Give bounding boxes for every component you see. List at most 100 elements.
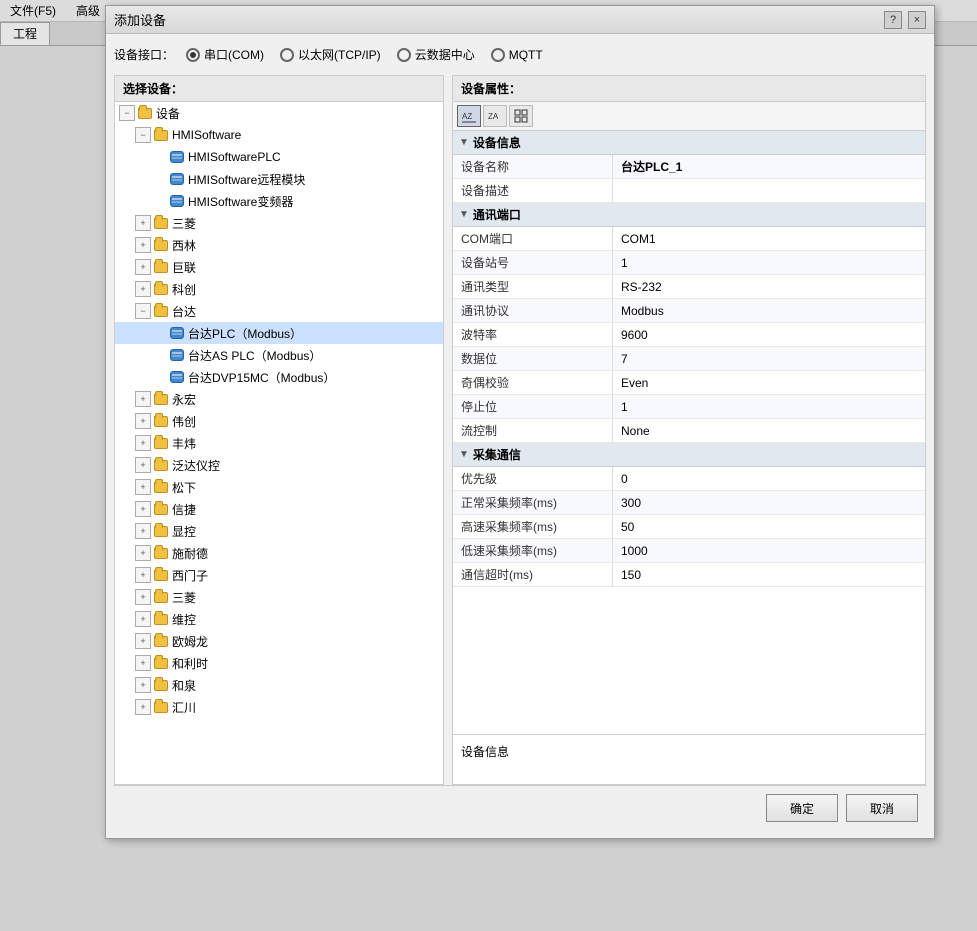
- prop-val-timeout[interactable]: 150: [613, 565, 925, 585]
- tree-item-taida[interactable]: − 台达: [115, 300, 443, 322]
- prop-val-comm-protocol[interactable]: Modbus: [613, 301, 925, 321]
- tree-expander-xilin[interactable]: +: [135, 237, 151, 253]
- tree-item-fandayikong[interactable]: + 泛达仪控: [115, 454, 443, 476]
- tree-item-sanjing[interactable]: + 三菱: [115, 212, 443, 234]
- tree-item-weikong[interactable]: + 维控: [115, 608, 443, 630]
- tree-expander-hmi[interactable]: −: [135, 127, 151, 143]
- sort-za-icon: ZA: [488, 109, 502, 123]
- tree-item-hequan[interactable]: + 和泉: [115, 674, 443, 696]
- dialog-close-button[interactable]: ×: [908, 11, 926, 29]
- tree-item-sanling[interactable]: + 三菱: [115, 586, 443, 608]
- folder-icon-weichuang: [153, 413, 169, 429]
- tree-item-helishi[interactable]: + 和利时: [115, 652, 443, 674]
- tree-item-taida-dvp[interactable]: 台达DVP15MC（Modbus）: [115, 366, 443, 388]
- section-collect-comm[interactable]: ▼ 采集通信: [453, 443, 925, 467]
- prop-val-data-bits[interactable]: 7: [613, 349, 925, 369]
- svg-text:AZ: AZ: [462, 112, 472, 121]
- prop-high-freq: 高速采集频率(ms) 50: [453, 515, 925, 539]
- prop-val-station-no[interactable]: 1: [613, 253, 925, 273]
- tree-label-oumeilong: 欧姆龙: [172, 633, 208, 650]
- tree-expander-fandayikong[interactable]: +: [135, 457, 151, 473]
- tree-item-taida-as[interactable]: 台达AS PLC（Modbus）: [115, 344, 443, 366]
- tree-item-taida-plc[interactable]: 台达PLC（Modbus）: [115, 322, 443, 344]
- tree-item-kechuang[interactable]: + 科创: [115, 278, 443, 300]
- tree-expander-oumeilong[interactable]: +: [135, 633, 151, 649]
- radio-mqtt-circle[interactable]: [491, 48, 505, 62]
- prop-timeout: 通信超时(ms) 150: [453, 563, 925, 587]
- tree-item-julian[interactable]: + 巨联: [115, 256, 443, 278]
- tree-item-fengwei[interactable]: + 丰炜: [115, 432, 443, 454]
- tree-item-weichuang[interactable]: + 伟创: [115, 410, 443, 432]
- device-tree[interactable]: − 设备 − HMISoftware: [115, 102, 443, 784]
- radio-com-circle[interactable]: [186, 48, 200, 62]
- folder-icon-songxia: [153, 479, 169, 495]
- folder-icon-hmi: [153, 127, 169, 143]
- prop-val-parity[interactable]: Even: [613, 373, 925, 393]
- tree-item-hmisoftware[interactable]: − HMISoftware: [115, 124, 443, 146]
- tree-item-root[interactable]: − 设备: [115, 102, 443, 124]
- tree-label-fandayikong: 泛达仪控: [172, 457, 220, 474]
- sort-az-button[interactable]: AZ: [457, 105, 481, 127]
- prop-val-stop-bits[interactable]: 1: [613, 397, 925, 417]
- folder-icon-huichuan: [153, 699, 169, 715]
- tree-item-xiankong[interactable]: + 显控: [115, 520, 443, 542]
- tree-item-hmiremote[interactable]: HMISoftware远程模块: [115, 168, 443, 190]
- folder-icon-xilin: [153, 237, 169, 253]
- tree-expander-huichuan[interactable]: +: [135, 699, 151, 715]
- tree-expander-ximenzi[interactable]: +: [135, 567, 151, 583]
- prop-val-device-name[interactable]: 台达PLC_1: [613, 155, 925, 178]
- tree-expander-root[interactable]: −: [119, 105, 135, 121]
- radio-mqtt[interactable]: MQTT: [491, 48, 543, 62]
- prop-val-normal-freq[interactable]: 300: [613, 493, 925, 513]
- tree-item-oumeilong[interactable]: + 欧姆龙: [115, 630, 443, 652]
- tree-item-yonghong[interactable]: + 永宏: [115, 388, 443, 410]
- tree-expander-taida[interactable]: −: [135, 303, 151, 319]
- info-text: 设备信息: [461, 745, 509, 759]
- tree-item-songxia[interactable]: + 松下: [115, 476, 443, 498]
- tree-expander-weikong[interactable]: +: [135, 611, 151, 627]
- radio-com[interactable]: 串口(COM): [186, 46, 264, 63]
- tree-expander-hequan[interactable]: +: [135, 677, 151, 693]
- prop-key-station-no: 设备站号: [453, 251, 613, 274]
- tree-expander-songxia[interactable]: +: [135, 479, 151, 495]
- tree-item-xinjie[interactable]: + 信捷: [115, 498, 443, 520]
- tree-expander-helishi[interactable]: +: [135, 655, 151, 671]
- tree-expander-sanling[interactable]: +: [135, 589, 151, 605]
- tree-expander-yonghong[interactable]: +: [135, 391, 151, 407]
- prop-val-com-port[interactable]: COM1: [613, 229, 925, 249]
- tree-item-huichuan[interactable]: + 汇川: [115, 696, 443, 718]
- prop-val-device-desc[interactable]: [613, 188, 925, 194]
- radio-cloud-circle[interactable]: [397, 48, 411, 62]
- tree-expander-julian[interactable]: +: [135, 259, 151, 275]
- tree-item-ximenzi[interactable]: + 西门子: [115, 564, 443, 586]
- section-device-info[interactable]: ▼ 设备信息: [453, 131, 925, 155]
- sort-za-button[interactable]: ZA: [483, 105, 507, 127]
- tree-item-shinaider[interactable]: + 施耐德: [115, 542, 443, 564]
- tree-expander-weichuang[interactable]: +: [135, 413, 151, 429]
- radio-tcp[interactable]: 以太网(TCP/IP): [280, 46, 381, 63]
- tree-item-hmiplc[interactable]: HMISoftwarePLC: [115, 146, 443, 168]
- tree-item-hmifreq[interactable]: HMISoftware变频器: [115, 190, 443, 212]
- section-comm-port[interactable]: ▼ 通讯端口: [453, 203, 925, 227]
- tree-expander-sanjing[interactable]: +: [135, 215, 151, 231]
- prop-val-comm-type[interactable]: RS-232: [613, 277, 925, 297]
- confirm-button[interactable]: 确定: [766, 794, 838, 822]
- folder-icon-fandayikong: [153, 457, 169, 473]
- prop-val-high-freq[interactable]: 50: [613, 517, 925, 537]
- table-view-button[interactable]: [509, 105, 533, 127]
- tree-expander-fengwei[interactable]: +: [135, 435, 151, 451]
- cancel-button[interactable]: 取消: [846, 794, 918, 822]
- tree-expander-shinaider[interactable]: +: [135, 545, 151, 561]
- tree-item-xilin[interactable]: + 西林: [115, 234, 443, 256]
- dialog-help-button[interactable]: ?: [884, 11, 902, 29]
- radio-tcp-circle[interactable]: [280, 48, 294, 62]
- interface-selector-row: 设备接口： 串口(COM) 以太网(TCP/IP) 云数据中心: [114, 42, 926, 67]
- tree-expander-xiankong[interactable]: +: [135, 523, 151, 539]
- radio-cloud[interactable]: 云数据中心: [397, 46, 475, 63]
- prop-val-low-freq[interactable]: 1000: [613, 541, 925, 561]
- prop-val-flow-control[interactable]: None: [613, 421, 925, 441]
- tree-expander-kechuang[interactable]: +: [135, 281, 151, 297]
- prop-val-priority[interactable]: 0: [613, 469, 925, 489]
- prop-val-baud-rate[interactable]: 9600: [613, 325, 925, 345]
- tree-expander-xinjie[interactable]: +: [135, 501, 151, 517]
